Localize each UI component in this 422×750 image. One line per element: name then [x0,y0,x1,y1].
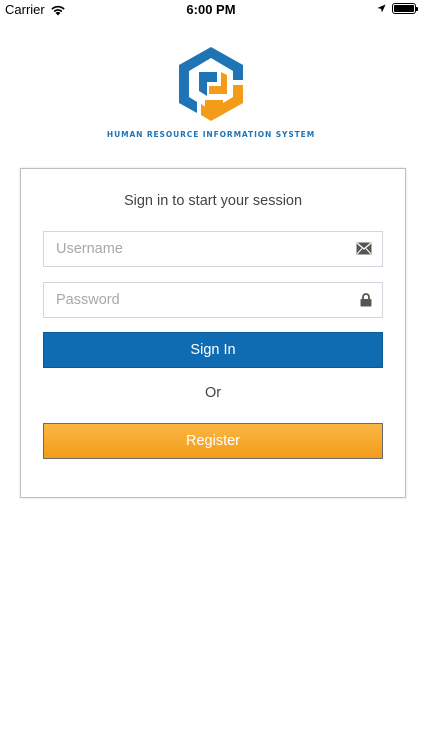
lock-icon [360,293,372,307]
app-tagline: HUMAN RESOURCE INFORMATION SYSTEM [106,130,316,139]
password-input[interactable] [44,283,382,317]
envelope-icon [356,242,372,255]
username-field[interactable] [43,231,383,267]
username-input[interactable] [44,232,382,266]
login-heading: Sign in to start your session [123,193,303,209]
battery-icon [392,3,418,14]
location-arrow-icon [377,4,386,13]
status-bar: Carrier 6:00 PM [0,0,422,20]
password-field[interactable] [43,282,383,318]
login-card: Sign in to start your session Sign In Or… [20,168,406,498]
status-right-indicators [377,3,418,14]
sign-in-button[interactable]: Sign In [43,332,383,368]
app-logo [0,44,422,124]
hris-logo-icon [179,47,243,121]
status-time: 6:00 PM [186,2,236,17]
or-separator: Or [204,385,222,401]
register-button[interactable]: Register [43,423,383,459]
battery-level [394,5,414,12]
